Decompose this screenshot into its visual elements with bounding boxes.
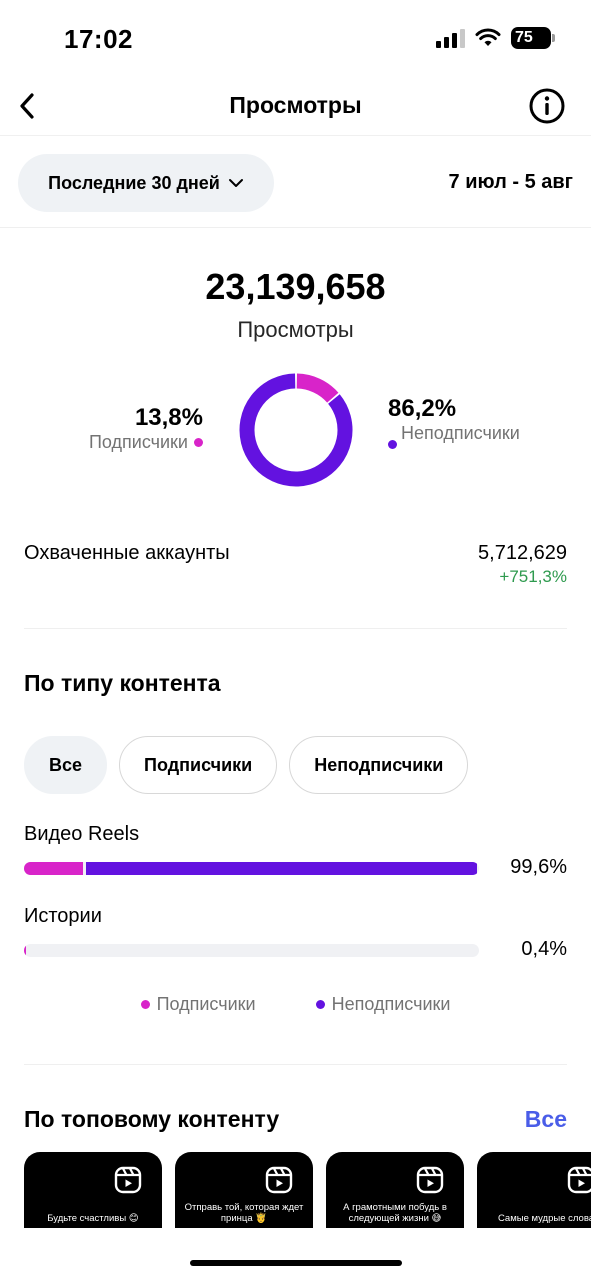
filter-row: Последние 30 дней 7 июл - 5 авг [0, 154, 591, 214]
reels-icon [265, 1166, 293, 1194]
chip-all[interactable]: Все [24, 736, 108, 794]
non-followers-dot [388, 440, 397, 449]
chip-non-followers[interactable]: Неподписчики [289, 736, 469, 794]
bar-value-reels: 99,6% [510, 856, 567, 878]
reels-icon [114, 1166, 142, 1194]
battery-icon: 75 [511, 27, 555, 49]
top-content-item[interactable]: Самые мудрые слова [477, 1152, 591, 1228]
audience-filter-chips: Все Подписчики Неподписчики [24, 736, 469, 794]
chip-followers[interactable]: Подписчики [119, 736, 278, 794]
followers-label: Подписчики [88, 432, 188, 452]
audience-donut-chart [238, 372, 354, 488]
bar-label-stories: Истории [24, 905, 102, 927]
reached-accounts-row: Охваченные аккаунты 5,712,629 +751,3% [24, 540, 567, 600]
bar-reels-followers [24, 862, 84, 875]
bar-track-stories [24, 944, 479, 957]
period-label: Последние 30 дней [48, 172, 220, 193]
period-dropdown[interactable]: Последние 30 дней [18, 154, 274, 212]
top-content-caption: Самые мудрые слова [497, 1213, 591, 1224]
chevron-down-icon [228, 179, 243, 187]
status-time: 17:02 [64, 24, 133, 54]
divider [24, 1064, 567, 1065]
total-views: 23,139,658 [205, 266, 386, 307]
donut-svg [239, 373, 353, 487]
bar-value-stories: 0,4% [521, 938, 567, 960]
header: Просмотры [0, 80, 591, 136]
divider [24, 628, 567, 629]
non-followers-percent: 86,2% [388, 395, 457, 422]
followers-stat: 13,8% Подписчики [89, 404, 203, 453]
non-followers-stat: 86,2% Неподписчики [388, 395, 525, 449]
legend-item-followers: Подписчики [140, 994, 256, 1015]
bar-track-reels [24, 862, 479, 875]
bar-label-reels: Видео Reels [24, 823, 140, 845]
bar-stories-followers [24, 944, 26, 957]
reels-icon [416, 1166, 444, 1194]
battery-level: 75 [515, 29, 533, 46]
cellular-signal-icon [436, 28, 465, 48]
legend-dot-non-followers [315, 1000, 325, 1009]
status-icons: 75 [436, 27, 555, 49]
divider [0, 227, 591, 228]
top-content-carousel: Будьте счастливы 😊 Отправь той, которая … [24, 1152, 591, 1228]
top-content-item[interactable]: Отправь той, которая ждет принца 🤴 [175, 1152, 313, 1228]
donut-slice-followers [296, 373, 339, 403]
bar-reels-non-followers [86, 862, 478, 875]
top-content-caption: А грамотными побудь в следующей жизни 😅 [343, 1202, 447, 1224]
legend-item-non-followers: Неподписчики [315, 994, 451, 1015]
chart-legend: Подписчики Неподписчики [0, 994, 591, 1015]
status-bar: 17:02 75 [0, 0, 591, 80]
legend-dot-followers [140, 1000, 150, 1009]
top-content-item[interactable]: А грамотными побудь в следующей жизни 😅 [326, 1152, 464, 1228]
reached-accounts-value: 5,712,629 [478, 542, 567, 564]
home-indicator[interactable] [190, 1260, 402, 1266]
reached-accounts-delta: +751,3% [499, 567, 567, 586]
top-content-caption: Будьте счастливы 😊 [47, 1213, 139, 1224]
top-content-caption: Отправь той, которая ждет принца 🤴 [184, 1202, 304, 1224]
legend-label-non-followers: Неподписчики [331, 994, 451, 1014]
non-followers-label: Неподписчики [401, 423, 520, 443]
top-content-item[interactable]: Будьте счастливы 😊 [24, 1152, 162, 1228]
reels-icon [567, 1166, 591, 1194]
reached-accounts-label: Охваченные аккаунты [24, 542, 230, 564]
wifi-icon [475, 28, 501, 46]
total-views-label: Просмотры [237, 317, 354, 342]
legend-label-followers: Подписчики [156, 994, 256, 1014]
page-title: Просмотры [229, 92, 362, 118]
date-range: 7 июл - 5 авг [448, 171, 573, 193]
info-circle-icon[interactable] [527, 86, 567, 126]
section-title-content-type: По типу контента [24, 670, 221, 696]
followers-dot [194, 438, 203, 447]
followers-percent: 13,8% [134, 404, 203, 431]
section-title-top-content: По топовому контенту [24, 1106, 280, 1132]
see-all-link[interactable]: Все [525, 1106, 567, 1133]
